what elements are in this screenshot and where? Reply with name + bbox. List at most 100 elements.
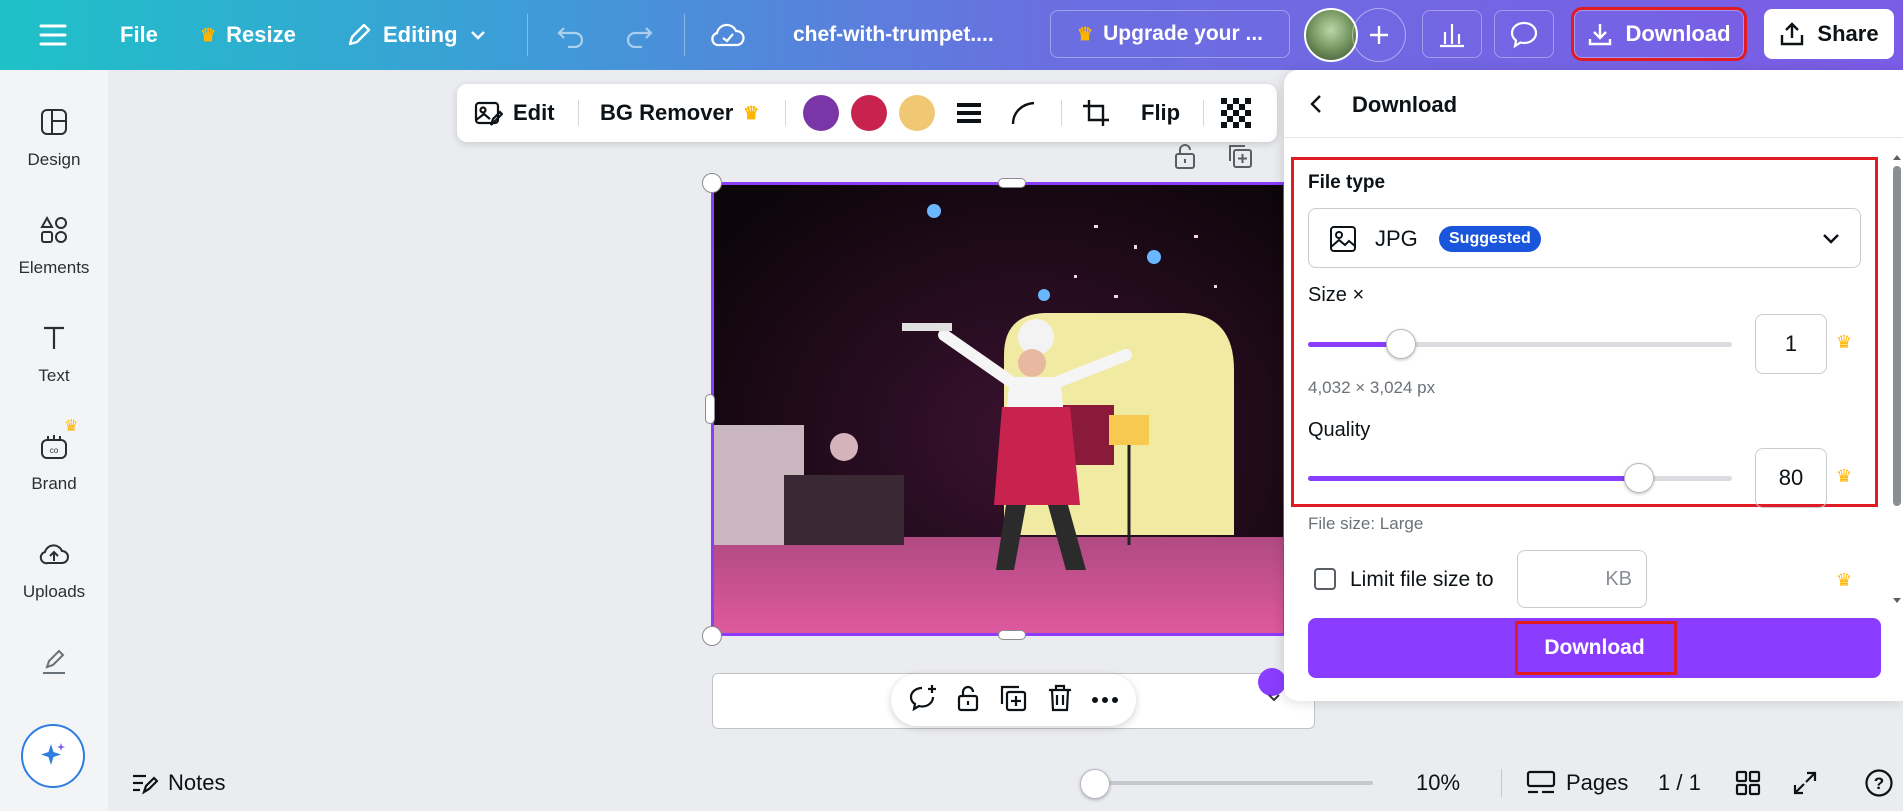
share-button[interactable]: Share — [1764, 9, 1894, 59]
scrollbar-thumb[interactable] — [1893, 166, 1901, 506]
sidebar-item-label: Brand — [31, 474, 77, 493]
add-comment-icon[interactable] — [908, 683, 938, 718]
corner-rounding-button[interactable] — [1009, 84, 1037, 142]
sidebar-item-uploads[interactable]: Uploads — [0, 536, 108, 602]
file-menu[interactable]: File — [120, 0, 158, 70]
size-slider[interactable] — [1308, 329, 1732, 359]
notes-button[interactable]: Notes — [130, 755, 225, 811]
resize-label: Resize — [226, 22, 296, 47]
help-button[interactable]: ? — [1864, 755, 1894, 811]
crop-button[interactable] — [1081, 84, 1111, 142]
more-options-icon[interactable] — [1091, 691, 1119, 709]
avatar[interactable] — [1304, 8, 1358, 62]
sparkle-icon — [41, 743, 65, 765]
magic-assistant-button[interactable] — [21, 724, 85, 788]
undo-button[interactable] — [556, 0, 586, 70]
context-toolbar: Edit BG Remover ♛ Flip — [457, 84, 1277, 142]
cloud-check-icon — [711, 23, 745, 47]
comment-button[interactable] — [1494, 10, 1554, 58]
fullscreen-button[interactable] — [1792, 755, 1818, 811]
flip-label: Flip — [1141, 100, 1181, 125]
panel-scrollbar[interactable] — [1891, 152, 1903, 652]
redo-button[interactable] — [624, 0, 654, 70]
trash-icon[interactable] — [1046, 683, 1074, 718]
border-style-button[interactable] — [955, 84, 983, 142]
zoom-slider-track[interactable] — [1093, 781, 1373, 785]
sidebar-item-text[interactable]: Text — [0, 320, 108, 386]
grid-icon — [1735, 770, 1761, 796]
resize-handle[interactable] — [998, 630, 1026, 640]
add-collaborator-button[interactable] — [1352, 8, 1406, 62]
kb-input[interactable]: KB — [1517, 550, 1647, 608]
color-swatch[interactable] — [851, 95, 887, 131]
scroll-up-icon[interactable] — [1892, 152, 1902, 162]
document-title-text: chef-with-trumpet.... — [793, 23, 994, 46]
transparency-button[interactable] — [1221, 84, 1251, 142]
resize-button[interactable]: ♛ Resize — [200, 0, 296, 70]
element-actions-bar — [891, 674, 1136, 726]
download-button[interactable]: Download — [1308, 618, 1881, 678]
resize-handle[interactable] — [705, 394, 715, 424]
help-icon: ? — [1865, 769, 1893, 797]
size-input[interactable]: 1 — [1755, 314, 1827, 374]
divider — [1501, 769, 1502, 797]
sidebar-item-brand[interactable]: co ♛ Brand — [0, 418, 108, 494]
menu-icon[interactable] — [38, 0, 68, 70]
color-swatch[interactable] — [803, 95, 839, 131]
file-type-select[interactable]: JPG Suggested — [1308, 208, 1861, 268]
chevron-down-icon[interactable] — [1266, 690, 1282, 711]
top-bar: File ♛ Resize Editing chef-with-trumpet.… — [0, 0, 1903, 70]
sidebar-item-draw[interactable] — [0, 644, 108, 680]
upgrade-button[interactable]: ♛ Upgrade your ... — [1050, 10, 1290, 58]
chevron-down-icon — [470, 31, 485, 40]
design-icon — [36, 104, 72, 140]
zoom-level[interactable]: 10% — [1416, 755, 1460, 811]
sidebar-item-design[interactable]: Design — [0, 104, 108, 170]
bg-remover-button[interactable]: BG Remover ♛ — [600, 84, 759, 142]
color-swatch[interactable] — [899, 95, 935, 131]
cloud-save-status[interactable] — [710, 0, 746, 70]
resize-handle[interactable] — [702, 173, 722, 193]
transparency-icon — [1221, 98, 1251, 128]
resize-handle[interactable] — [998, 178, 1026, 188]
duplicate-element-button[interactable] — [1226, 142, 1254, 175]
divider — [1061, 100, 1062, 126]
lock-element-button[interactable] — [1172, 142, 1198, 175]
crown-icon: ♛ — [200, 24, 217, 45]
quality-slider[interactable] — [1308, 463, 1732, 493]
chevron-left-icon — [1310, 95, 1321, 113]
kb-placeholder: KB — [1605, 568, 1632, 590]
crop-icon — [1083, 100, 1109, 126]
edit-image-button[interactable]: Edit — [473, 84, 555, 142]
scroll-down-icon[interactable] — [1892, 596, 1902, 606]
quality-input[interactable]: 80 — [1755, 448, 1827, 508]
brand-icon: co ♛ — [36, 418, 78, 464]
quality-value: 80 — [1778, 465, 1804, 490]
undo-icon — [557, 27, 584, 48]
flip-button[interactable]: Flip — [1141, 84, 1180, 142]
download-top-button[interactable]: Download — [1571, 7, 1747, 61]
crown-icon: ♛ — [743, 102, 760, 123]
resize-handle[interactable] — [702, 626, 722, 646]
editing-mode-button[interactable]: Editing — [345, 0, 488, 70]
duplicate-icon[interactable] — [998, 683, 1028, 718]
back-button[interactable] — [1306, 92, 1328, 121]
grid-view-button[interactable] — [1735, 755, 1761, 811]
document-title[interactable]: chef-with-trumpet.... — [793, 0, 994, 70]
sidebar-item-elements[interactable]: Elements — [0, 212, 108, 278]
chevron-down-icon — [1823, 234, 1839, 244]
zoom-slider-thumb[interactable] — [1080, 769, 1110, 799]
file-label: File — [120, 22, 158, 47]
selected-photo[interactable] — [711, 182, 1286, 636]
uploads-icon — [36, 536, 72, 572]
file-size-text: File size: Large — [1308, 514, 1424, 533]
insights-button[interactable] — [1422, 10, 1482, 58]
quality-slider-thumb[interactable] — [1623, 463, 1654, 493]
pages-icon — [1526, 770, 1556, 794]
dimensions-text: 4,032 × 3,024 px — [1308, 378, 1436, 397]
page-counter[interactable]: 1 / 1 — [1658, 755, 1701, 811]
pages-button[interactable]: Pages — [1526, 755, 1628, 811]
limit-file-size-checkbox[interactable] — [1314, 568, 1336, 590]
image-icon — [1330, 226, 1356, 252]
unlock-icon[interactable] — [955, 683, 981, 718]
